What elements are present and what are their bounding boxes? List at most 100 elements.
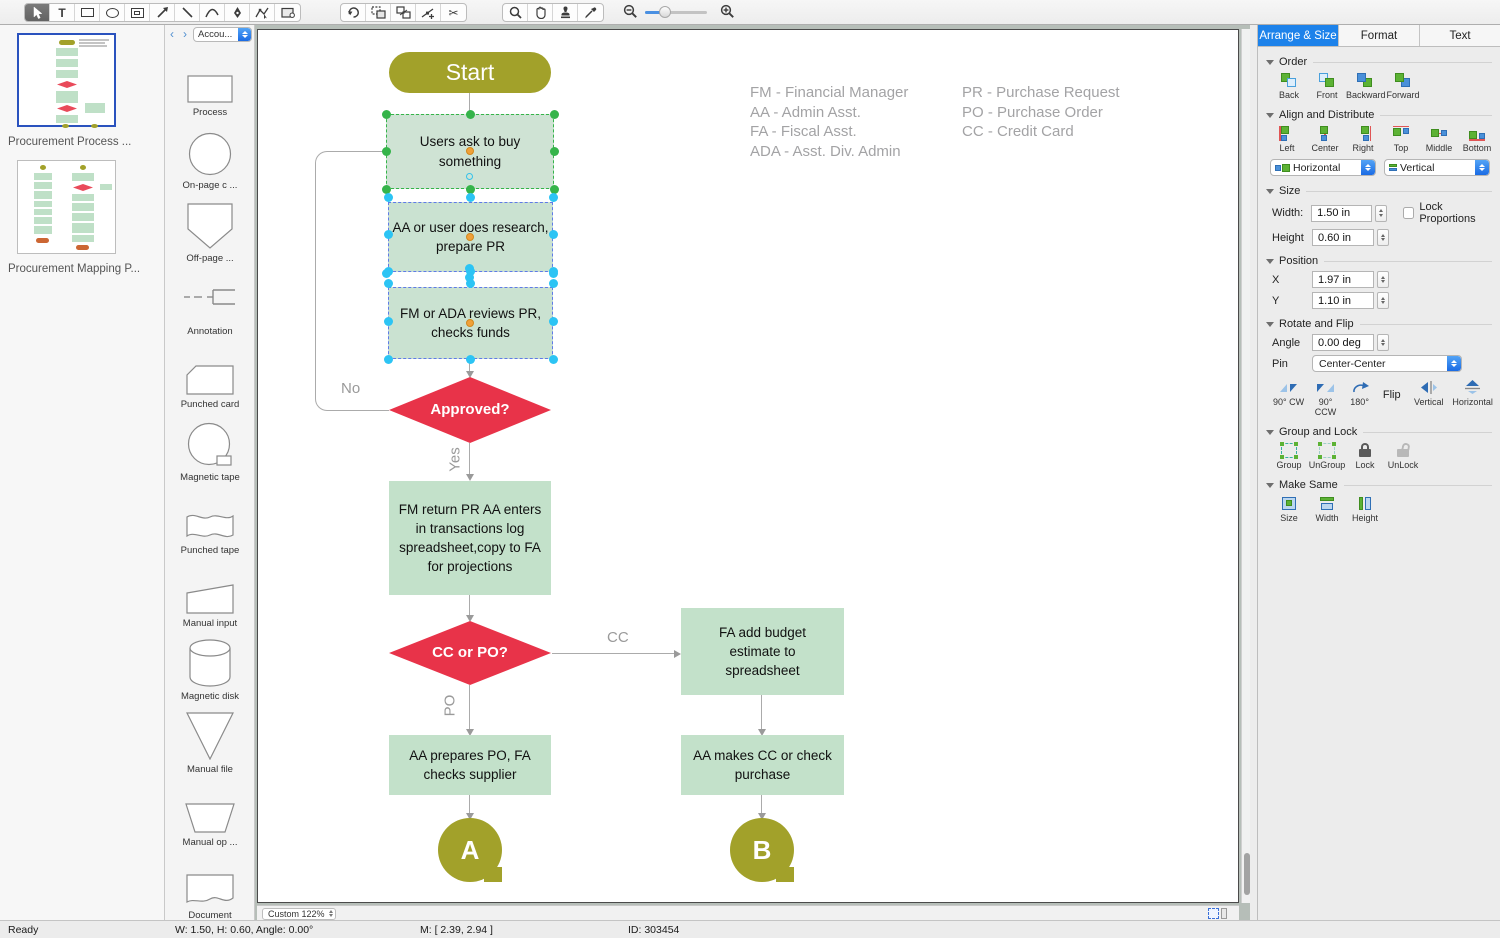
arrow-tool-icon[interactable] (150, 4, 175, 21)
page-thumbnail-1[interactable] (17, 33, 116, 128)
rotate-180-button[interactable]: 180° (1344, 378, 1375, 417)
node-decision-cc-or-po[interactable]: CC or PO? (389, 621, 551, 685)
zoom-stepper-icon[interactable] (328, 910, 333, 917)
line-tool-icon[interactable] (175, 4, 200, 21)
rotation-center-handle[interactable] (466, 319, 474, 327)
disclosure-triangle-icon[interactable] (1266, 188, 1274, 194)
width-stepper[interactable] (1374, 204, 1387, 222)
align-bottom-button[interactable]: Bottom (1458, 124, 1496, 153)
pen-tool-icon[interactable] (225, 4, 250, 21)
node-offpage-connector-a[interactable]: A (438, 818, 504, 884)
angle-field[interactable]: 0.00 deg (1312, 334, 1374, 351)
order-forward-button[interactable]: Forward (1384, 71, 1422, 100)
lock-button[interactable]: Lock (1346, 441, 1384, 470)
stamp-tool-icon[interactable] (553, 4, 578, 21)
shape-item-document[interactable]: Document (165, 856, 255, 928)
shape-data-tool-icon[interactable] (275, 4, 300, 21)
width-field[interactable]: 1.50 in (1311, 204, 1372, 222)
shape-item-magnetic-disk[interactable]: Magnetic disk (165, 637, 255, 709)
rectangle-tool-icon[interactable] (75, 4, 100, 21)
shape-item-manual-operation[interactable]: Manual op ... (165, 783, 255, 855)
shape-item-punched-card[interactable]: Punched card (165, 345, 255, 417)
tab-format[interactable]: Format (1339, 25, 1420, 46)
ungroup-button[interactable]: UnGroup (1308, 441, 1346, 470)
selection-handle[interactable] (383, 354, 393, 364)
shape-item-on-page-connector[interactable]: On-page c ... (165, 126, 255, 198)
connector-ccpo-budget[interactable] (552, 653, 676, 655)
connector-ccpo-po[interactable] (469, 685, 471, 731)
flip-horizontal-button[interactable]: Horizontal (1449, 378, 1496, 417)
align-center-button[interactable]: Center (1306, 124, 1344, 153)
zoom-out-icon[interactable] (623, 4, 638, 22)
order-back-button[interactable]: Back (1270, 71, 1308, 100)
tab-arrange-size[interactable]: Arrange & Size (1258, 25, 1339, 46)
flip-vertical-button[interactable]: Vertical (1408, 378, 1449, 417)
unlock-button[interactable]: UnLock (1384, 441, 1422, 470)
make-same-size-button[interactable]: Size (1270, 494, 1308, 523)
selection-handle[interactable] (381, 268, 391, 278)
disclosure-triangle-icon[interactable] (1266, 258, 1274, 264)
selection-handle[interactable] (383, 278, 393, 288)
shape-item-process[interactable]: Process (165, 53, 255, 125)
node-offpage-connector-b[interactable]: B (730, 818, 796, 884)
disclosure-triangle-icon[interactable] (1266, 482, 1274, 488)
shape-item-magnetic-tape[interactable]: Magnetic tape (165, 418, 255, 490)
shape-item-annotation[interactable]: Annotation (165, 272, 255, 344)
vertical-scrollbar-thumb[interactable] (1243, 853, 1250, 895)
y-stepper[interactable] (1377, 292, 1389, 309)
node-aa-makes-cc[interactable]: AA makes CC or check purchase (681, 735, 844, 795)
node-start[interactable]: Start (389, 52, 551, 93)
order-backward-button[interactable]: Backward (1346, 71, 1386, 100)
order-front-button[interactable]: Front (1308, 71, 1346, 100)
selection-handle[interactable] (549, 109, 559, 119)
cut-tool-icon[interactable]: ✂ (441, 4, 466, 21)
selection-handle[interactable] (465, 109, 475, 119)
shape-item-manual-input[interactable]: Manual input (165, 564, 255, 636)
selection-handle[interactable] (383, 192, 393, 202)
selection-handle[interactable] (466, 192, 475, 202)
rotate-90ccw-button[interactable]: 90° CCW (1307, 378, 1344, 417)
y-field[interactable]: 1.10 in (1312, 292, 1374, 309)
rotation-center-handle[interactable] (466, 147, 474, 155)
connector-budget-cc[interactable] (761, 695, 763, 731)
angle-stepper[interactable] (1377, 334, 1389, 351)
page-view-icon[interactable] (1221, 908, 1227, 919)
align-middle-button[interactable]: Middle (1420, 124, 1458, 153)
selection-handle[interactable] (381, 147, 391, 156)
reshape-tool-icon[interactable] (250, 4, 275, 21)
rotate-90cw-button[interactable]: 90° CW (1270, 378, 1307, 417)
rotate-tool-icon[interactable] (341, 4, 366, 21)
rotation-center-handle[interactable] (466, 233, 474, 241)
disclosure-triangle-icon[interactable] (1266, 429, 1274, 435)
distribute-horizontal-select[interactable]: Horizontal (1270, 159, 1376, 176)
selection-mode-icon[interactable] (1208, 908, 1219, 919)
frame-tool-icon[interactable] (125, 4, 150, 21)
disclosure-triangle-icon[interactable] (1266, 321, 1274, 327)
zoom-slider[interactable] (645, 6, 707, 18)
selection-handle[interactable] (381, 109, 391, 119)
shape-item-manual-file[interactable]: Manual file (165, 710, 255, 782)
node-decision-approved[interactable]: Approved? (389, 377, 551, 443)
connector-no-loopback[interactable] (315, 151, 389, 411)
selection-handle[interactable] (548, 278, 558, 288)
group-tool-icon[interactable] (366, 4, 391, 21)
page-thumbnail-2[interactable] (17, 160, 116, 254)
node-fm-return-pr[interactable]: FM return PR AA enters in transactions l… (389, 481, 551, 595)
make-same-width-button[interactable]: Width (1308, 494, 1346, 523)
eyedropper-tool-icon[interactable] (578, 4, 603, 21)
library-forward-icon[interactable]: › (180, 27, 190, 41)
connector-approved-return[interactable] (469, 443, 471, 476)
ellipse-tool-icon[interactable] (100, 4, 125, 21)
height-field[interactable]: 0.60 in (1312, 229, 1374, 246)
tab-text[interactable]: Text (1420, 25, 1500, 46)
align-top-button[interactable]: Top (1382, 124, 1420, 153)
zoom-slider-knob[interactable] (659, 6, 671, 18)
library-select[interactable]: Accou... (193, 26, 252, 42)
selection-handle[interactable] (548, 268, 558, 278)
library-back-icon[interactable]: ‹ (167, 27, 177, 41)
align-right-button[interactable]: Right (1344, 124, 1382, 153)
canvas-zoom-control[interactable]: Custom 122% (262, 907, 336, 920)
x-field[interactable]: 1.97 in (1312, 271, 1374, 288)
selection-handle[interactable] (548, 192, 558, 202)
connector-po-a[interactable] (469, 795, 471, 815)
